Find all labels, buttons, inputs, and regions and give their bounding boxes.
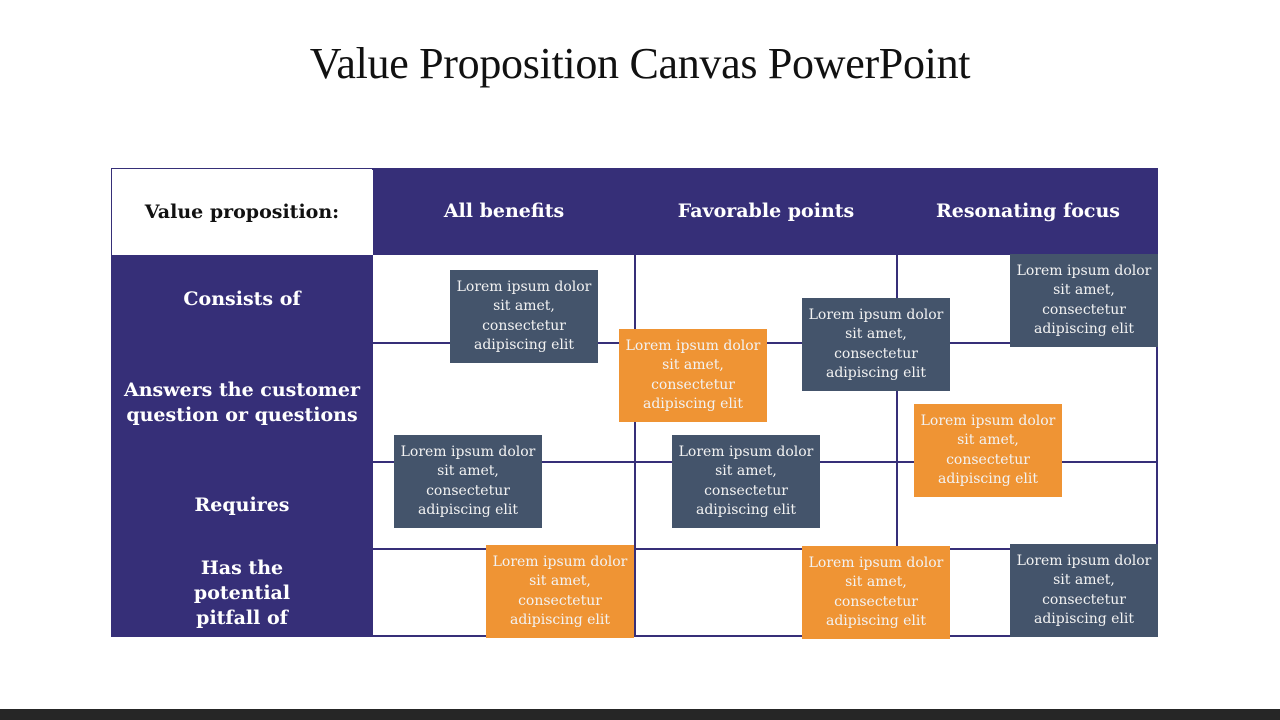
text-card: Lorem ipsum dolor sit amet, consectetur … bbox=[672, 435, 820, 528]
text-card: Lorem ipsum dolor sit amet, consectetur … bbox=[1010, 254, 1158, 347]
text-card: Lorem ipsum dolor sit amet, consectetur … bbox=[450, 270, 598, 363]
value-proposition-label: Value proposition: bbox=[112, 169, 372, 255]
footer-bar bbox=[0, 709, 1280, 720]
slide-title: Value Proposition Canvas PowerPoint bbox=[309, 39, 971, 88]
row-header-answers: Answers the customer question or questio… bbox=[123, 378, 361, 426]
row-header-pitfall: Has the potential pitfall of bbox=[193, 556, 291, 629]
text-card: Lorem ipsum dolor sit amet, consectetur … bbox=[802, 298, 950, 391]
text-card: Lorem ipsum dolor sit amet, consectetur … bbox=[619, 329, 767, 422]
row-header-requires: Requires bbox=[194, 494, 290, 516]
text-card: Lorem ipsum dolor sit amet, consectetur … bbox=[486, 545, 634, 638]
grid-line bbox=[634, 255, 636, 637]
column-header-resonating-focus: Resonating focus bbox=[935, 200, 1120, 222]
column-header-favorable-points: Favorable points bbox=[677, 200, 855, 222]
row-header-consists-of: Consists of bbox=[183, 287, 301, 310]
text-card: Lorem ipsum dolor sit amet, consectetur … bbox=[394, 435, 542, 528]
text-card: Lorem ipsum dolor sit amet, consectetur … bbox=[802, 546, 950, 639]
text-card: Lorem ipsum dolor sit amet, consectetur … bbox=[914, 404, 1062, 497]
column-header-all-benefits: All benefits bbox=[443, 200, 565, 222]
text-card: Lorem ipsum dolor sit amet, consectetur … bbox=[1010, 544, 1158, 637]
